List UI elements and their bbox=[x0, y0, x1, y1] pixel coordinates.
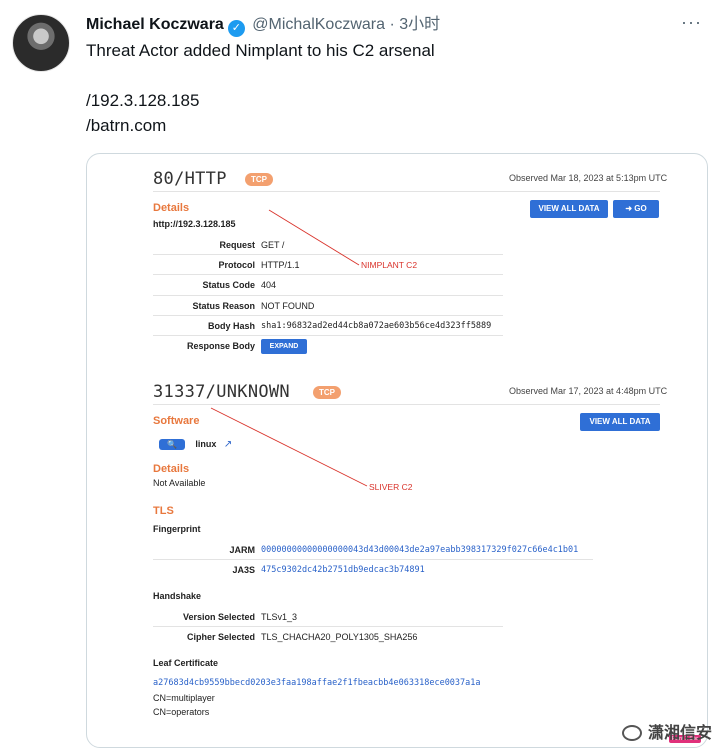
separator: · bbox=[389, 16, 395, 33]
wechat-icon bbox=[621, 725, 642, 741]
tweet-time[interactable]: 3小时 bbox=[399, 16, 440, 33]
watermark-text: 潇湘信安 bbox=[647, 725, 712, 742]
watermark: 潇湘信安 bbox=[621, 719, 712, 743]
author-handle[interactable]: @MichalKoczwara bbox=[252, 16, 385, 33]
verified-badge-icon: ✓ bbox=[227, 20, 245, 37]
avatar[interactable] bbox=[12, 14, 70, 72]
tweet-text-line-3: /batrn.com bbox=[86, 116, 167, 135]
tweet-text-line-1: Threat Actor added Nimplant to his C2 ar… bbox=[86, 41, 435, 60]
attached-image-card[interactable]: 80/HTTP TCP Observed Mar 18, 2023 at 5:1… bbox=[86, 153, 708, 748]
tweet-header: Michael Koczwara ✓ @MichalKoczwara · 3小时 bbox=[86, 15, 440, 37]
annotation-arrows bbox=[210, 209, 368, 487]
author-name[interactable]: Michael Koczwara bbox=[86, 16, 224, 33]
tweet-text-line-2: /192.3.128.185 bbox=[86, 91, 200, 110]
more-dots-icon[interactable]: ··· bbox=[681, 12, 702, 33]
